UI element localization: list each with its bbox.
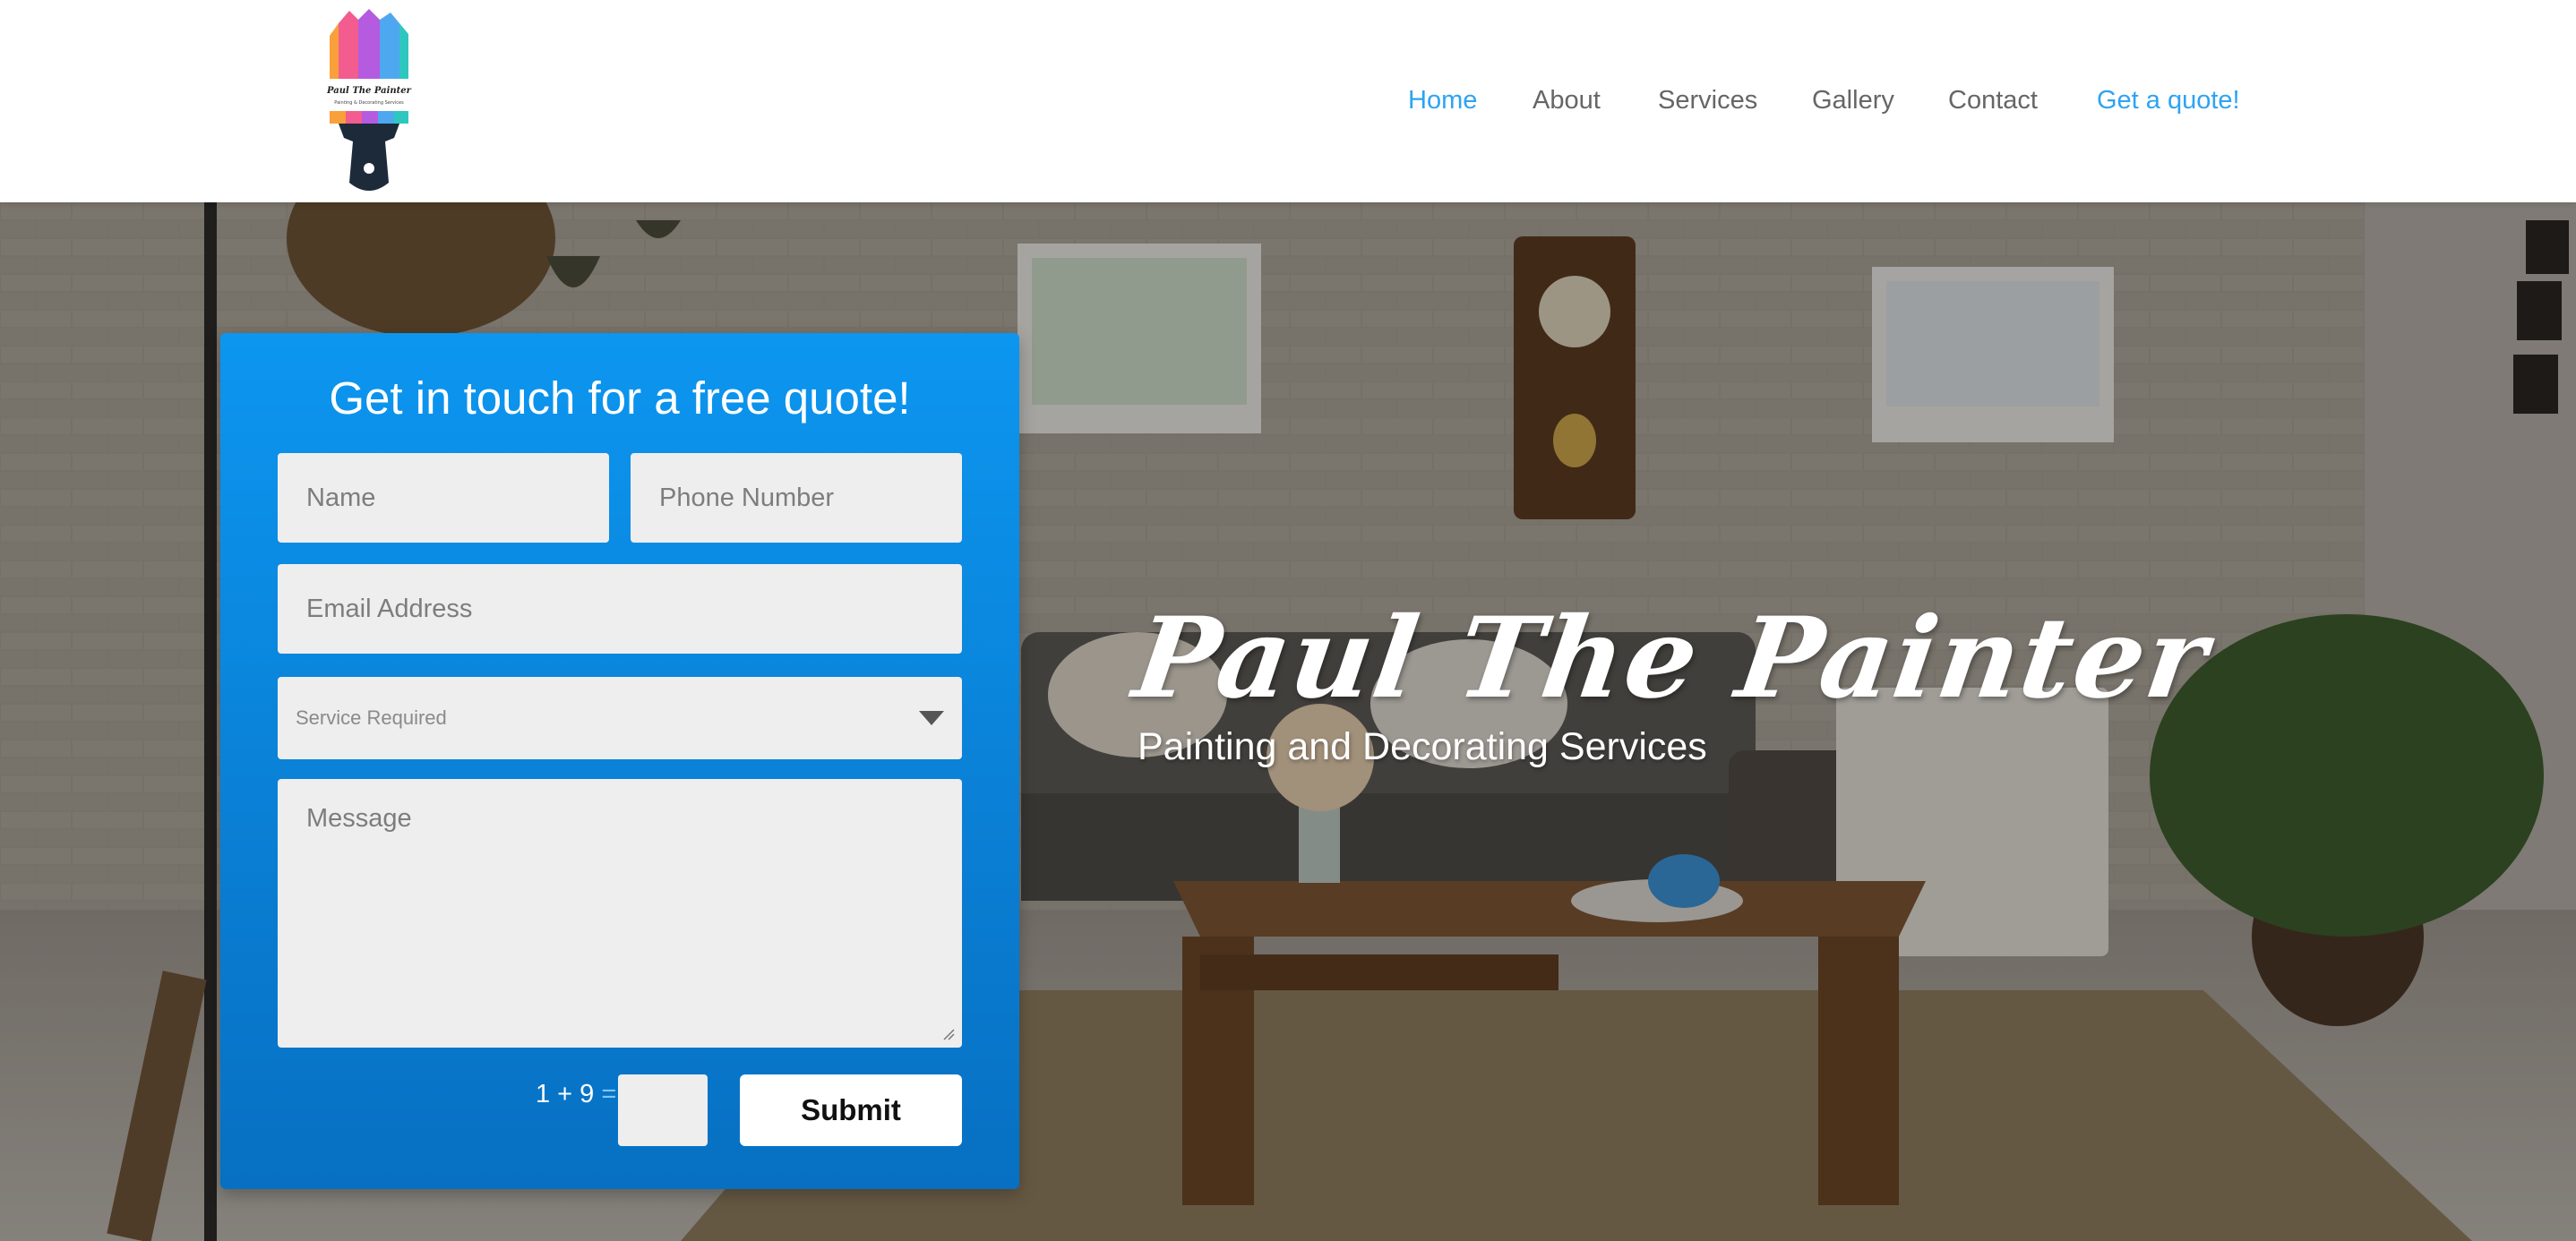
captcha-equals-sign: = bbox=[601, 1080, 617, 1108]
captcha-question-text: 1 + 9 bbox=[536, 1080, 595, 1108]
captcha-question: 1 + 9 = bbox=[536, 1076, 616, 1112]
site-logo[interactable]: Paul The Painter Painting & Decorating S… bbox=[326, 7, 412, 193]
nav-services-link[interactable]: Services bbox=[1658, 81, 1757, 120]
hero-subtitle: Painting and Decorating Services bbox=[1138, 725, 1707, 768]
form-title: Get in touch for a free quote! bbox=[329, 372, 911, 424]
service-required-label: Service Required bbox=[296, 706, 447, 729]
nav-gallery-link[interactable]: Gallery bbox=[1812, 81, 1894, 120]
service-required-select[interactable]: Service Required bbox=[278, 677, 962, 759]
chevron-down-icon bbox=[919, 711, 944, 725]
nav-contact-link[interactable]: Contact bbox=[1948, 81, 2038, 120]
resize-handle-icon[interactable] bbox=[942, 1028, 955, 1040]
logo-tagline-text: Painting & Decorating Services bbox=[334, 100, 404, 106]
nav-get-a-quote-link[interactable]: Get a quote! bbox=[2097, 81, 2240, 120]
phone-number-field[interactable] bbox=[631, 453, 962, 543]
name-field[interactable] bbox=[278, 453, 609, 543]
message-field[interactable] bbox=[278, 779, 962, 1048]
nav-home-link[interactable]: Home bbox=[1408, 81, 1477, 120]
email-address-field[interactable] bbox=[278, 564, 962, 654]
captcha-answer-field[interactable] bbox=[618, 1074, 708, 1146]
hero-title: Paul The Painter bbox=[1126, 594, 2217, 723]
nav-about-link[interactable]: About bbox=[1533, 81, 1601, 120]
paintbrush-logo-icon: Paul The Painter Painting & Decorating S… bbox=[326, 9, 412, 191]
quote-form: Get in touch for a free quote! Service R… bbox=[220, 333, 1019, 1189]
submit-button[interactable]: Submit bbox=[740, 1074, 962, 1146]
site-header: Paul The Painter Painting & Decorating S… bbox=[0, 0, 2576, 202]
logo-name-text: Paul The Painter bbox=[326, 86, 412, 96]
